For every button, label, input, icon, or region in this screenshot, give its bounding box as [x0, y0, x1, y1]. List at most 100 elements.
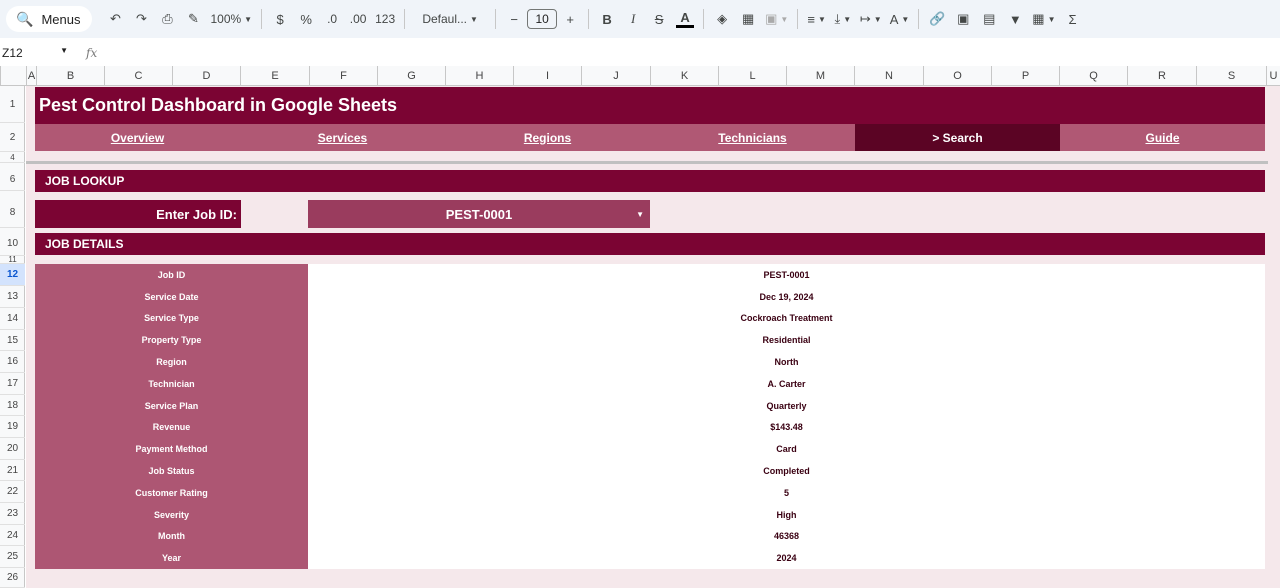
italic-button[interactable]: I [620, 6, 646, 32]
chart-icon[interactable]: ▤ [976, 6, 1002, 32]
row-header[interactable]: 13 [0, 286, 25, 308]
row-header[interactable]: 18 [0, 395, 25, 416]
borders-icon[interactable]: ▦ [735, 6, 761, 32]
nav-link-technicians[interactable]: Technicians [650, 124, 855, 151]
column-header[interactable]: E [240, 66, 309, 86]
row-header[interactable]: 6 [0, 169, 25, 191]
formula-bar: Z12 ▼ fx [0, 40, 1280, 66]
column-header[interactable]: F [309, 66, 377, 86]
row-header[interactable]: 24 [0, 525, 25, 546]
detail-value: $143.48 [308, 416, 1265, 439]
nav-link-regions[interactable]: Regions [445, 124, 650, 151]
table-row: Service Date Dec 19, 2024 [35, 285, 1265, 308]
row-header[interactable]: 14 [0, 308, 25, 330]
column-header[interactable]: R [1127, 66, 1196, 86]
row-header[interactable]: 16 [0, 351, 25, 373]
toolbar-divider [588, 9, 590, 29]
row-header[interactable]: 22 [0, 481, 25, 503]
comment-icon[interactable]: ▣ [950, 6, 976, 32]
undo-icon[interactable]: ↶ [102, 6, 128, 32]
filter-views-icon[interactable]: ▦ ▼ [1028, 6, 1059, 32]
vertical-align-icon[interactable]: ⤓ ▼ [830, 6, 856, 32]
column-header[interactable]: G [377, 66, 445, 86]
nav-link-overview[interactable]: Overview [35, 124, 240, 151]
column-header[interactable]: Q [1059, 66, 1127, 86]
row-header[interactable]: 21 [0, 460, 25, 481]
column-header[interactable]: S [1196, 66, 1266, 86]
text-color-button[interactable]: A [672, 6, 698, 32]
column-header[interactable]: M [786, 66, 854, 86]
detail-label: Property Type [35, 329, 308, 352]
print-icon[interactable]: ⎙ [154, 6, 180, 32]
row-header[interactable]: 15 [0, 330, 25, 351]
column-header[interactable]: D [172, 66, 240, 86]
select-all-corner[interactable] [0, 66, 26, 86]
column-header[interactable]: U [1266, 66, 1280, 86]
text-wrap-icon[interactable]: ↦ ▼ [856, 6, 886, 32]
row-header[interactable]: 19 [0, 416, 25, 438]
link-icon[interactable]: 🔗 [924, 6, 950, 32]
chevron-down-icon: ▼ [470, 14, 478, 24]
column-header[interactable]: N [854, 66, 923, 86]
fill-color-icon[interactable]: ◈ [709, 6, 735, 32]
row-header[interactable]: 4 [0, 153, 25, 163]
decrease-decimal-button[interactable]: .0 [319, 6, 345, 32]
toolbar-divider [797, 9, 799, 29]
table-row: Region North [35, 351, 1265, 373]
column-header[interactable]: I [513, 66, 581, 86]
row-header[interactable]: 17 [0, 373, 25, 395]
row-header-selected[interactable]: 12 [0, 264, 25, 286]
font-size-input[interactable]: 10 [527, 9, 558, 29]
row-header[interactable]: 11 [0, 255, 25, 264]
table-row: Year 2024 [35, 547, 1265, 570]
column-header[interactable]: L [718, 66, 786, 86]
dashboard-title: Pest Control Dashboard in Google Sheets [35, 87, 1265, 124]
number-format-button[interactable]: 123 [371, 6, 399, 32]
currency-button[interactable]: $ [267, 6, 293, 32]
column-header[interactable]: P [991, 66, 1059, 86]
nav-link-services[interactable]: Services [240, 124, 445, 151]
detail-value: A. Carter [308, 372, 1265, 395]
row-header[interactable]: 23 [0, 503, 25, 525]
name-box[interactable]: Z12 ▼ [0, 46, 74, 60]
functions-button[interactable]: Σ [1060, 6, 1086, 32]
detail-label: Year [35, 547, 308, 570]
increase-decimal-button[interactable]: .00 [345, 6, 371, 32]
column-header[interactable]: K [650, 66, 718, 86]
menus-search[interactable]: 🔍 Menus [6, 6, 93, 32]
percent-button[interactable]: % [293, 6, 319, 32]
nav-link-guide[interactable]: Guide [1060, 124, 1265, 151]
font-select[interactable]: Defaul... ▼ [410, 6, 490, 32]
row-header[interactable]: 26 [0, 568, 25, 588]
zoom-select[interactable]: 100% ▼ [206, 6, 256, 32]
increase-font-size-button[interactable]: + [557, 6, 583, 32]
row-header[interactable]: 10 [0, 232, 25, 256]
decrease-font-size-button[interactable]: − [501, 6, 527, 32]
column-header[interactable]: O [923, 66, 991, 86]
row-header[interactable]: 20 [0, 438, 25, 460]
column-header[interactable]: C [104, 66, 172, 86]
row-header[interactable]: 25 [0, 546, 25, 568]
nav-link-search[interactable]: > Search [855, 124, 1060, 151]
row-header[interactable]: 2 [0, 124, 25, 152]
row-header[interactable]: 8 [0, 198, 25, 228]
bold-button[interactable]: B [594, 6, 620, 32]
merge-cells-icon[interactable]: ▣ ▼ [761, 6, 792, 32]
row-header[interactable]: 1 [0, 86, 25, 123]
align-icon[interactable]: ≡ ▼ [803, 6, 830, 32]
frozen-row-divider[interactable] [26, 161, 1268, 164]
filter-icon[interactable]: ▼ [1002, 6, 1028, 32]
detail-label: Technician [35, 372, 308, 395]
column-header[interactable]: J [581, 66, 650, 86]
detail-value: Completed [308, 460, 1265, 482]
column-header[interactable]: A [26, 66, 36, 86]
strikethrough-button[interactable]: S [646, 6, 672, 32]
job-id-dropdown[interactable]: PEST-0001 ▼ [308, 200, 650, 228]
detail-label: Month [35, 525, 308, 548]
paint-format-icon[interactable]: ✎ [180, 6, 206, 32]
redo-icon[interactable]: ↷ [128, 6, 154, 32]
detail-label: Job ID [35, 264, 308, 286]
column-header[interactable]: H [445, 66, 513, 86]
column-header[interactable]: B [36, 66, 104, 86]
text-rotation-icon[interactable]: A ▼ [886, 6, 914, 32]
